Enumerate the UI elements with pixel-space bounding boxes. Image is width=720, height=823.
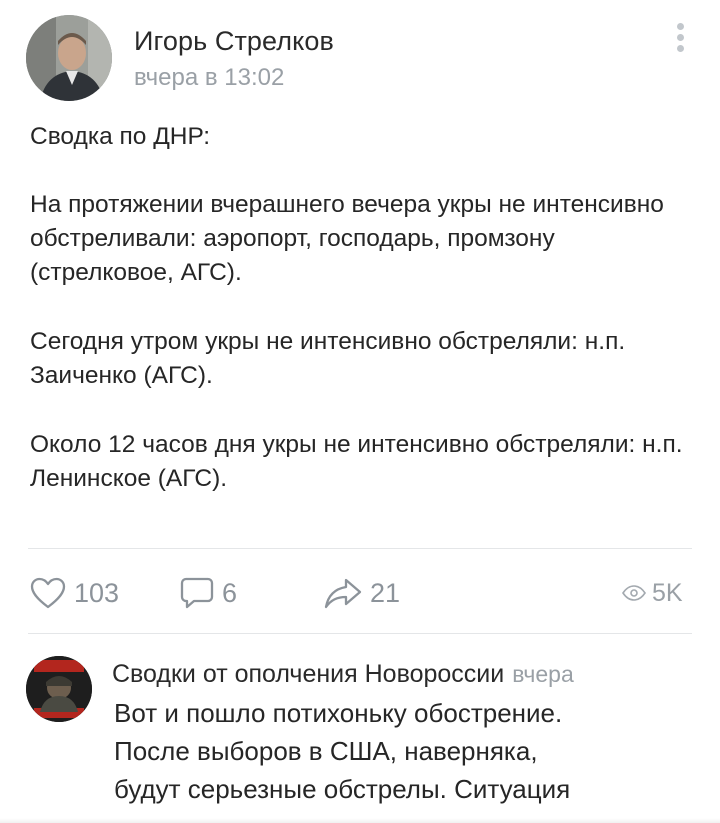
comment-line: После выборов в США, наверняка, [114,736,538,766]
eye-icon [622,585,646,601]
commenter-photo [26,656,92,722]
divider [28,548,692,549]
heart-icon [30,577,66,609]
share-icon [324,578,362,609]
post-paragraph: Около 12 часов дня укры не интенсивно об… [30,431,683,492]
comment-header: Сводки от ополчения Новороссии вчера [112,660,574,689]
post-timestamp[interactable]: вчера в 13:02 [134,64,284,92]
commenter-name[interactable]: Сводки от ополчения Новороссии [112,660,504,688]
comment-button[interactable]: 6 [180,573,237,613]
post-actions-bar: 103 6 21 5K [0,565,720,621]
comment-line: будут серьезные обстрелы. Ситуация [114,774,571,804]
post-paragraph: Сводка по ДНР: [30,123,211,150]
share-count: 21 [370,577,401,608]
author-photo [26,15,112,101]
views-counter: 5K [622,573,683,613]
share-button[interactable]: 21 [324,573,400,613]
comment-line: Вот и пошло потихоньку обострение. [114,698,563,728]
comment-text: Вот и пошло потихоньку обострение. После… [114,694,614,808]
views-count: 5K [652,578,683,607]
bottom-edge [0,818,720,823]
more-vertical-icon[interactable] [668,20,692,64]
post-header: Игорь Стрелков вчера в 13:02 [0,0,720,110]
commenter-avatar[interactable] [26,656,92,722]
like-count: 103 [74,577,120,608]
author-avatar[interactable] [26,15,112,101]
author-name[interactable]: Игорь Стрелков [134,26,334,57]
comment-icon [180,577,214,609]
divider [28,633,692,634]
comment-timestamp: вчера [512,661,574,687]
post-text: Сводка по ДНР: На протяжении вчерашнего … [30,120,702,531]
comment-item: Сводки от ополчения Новороссии вчера Вот … [0,650,720,823]
post-paragraph: Сегодня утром укры не интенсивно обстрел… [30,328,626,389]
post-paragraph: На протяжении вчерашнего вечера укры не … [30,191,664,286]
comment-count: 6 [222,577,238,608]
like-button[interactable]: 103 [30,573,119,613]
